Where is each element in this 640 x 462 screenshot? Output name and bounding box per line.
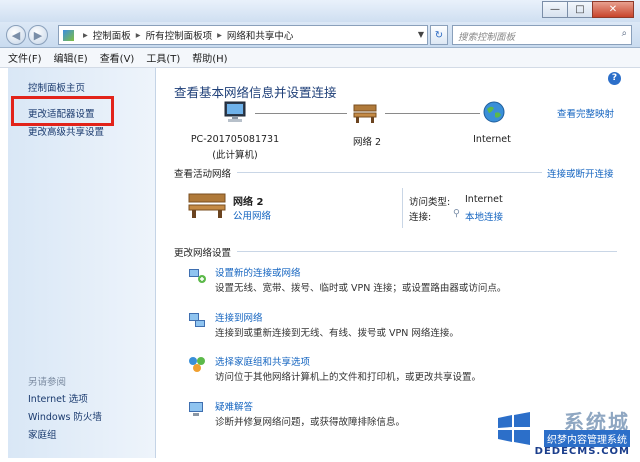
breadcrumb-control-panel[interactable]: 控制面板 (93, 28, 131, 42)
computer-subtitle: (此计算机) (212, 150, 258, 161)
active-network-bench-icon (188, 193, 226, 218)
search-icon[interactable]: ⌕ (622, 28, 627, 39)
connect-network-icon (189, 313, 205, 327)
network-setup-icon (189, 269, 206, 283)
setup-connection-link[interactable]: 设置新的连接或网络 (215, 265, 301, 279)
watermark-site: DEDECMS.COM (534, 446, 630, 457)
see-also-internet-options[interactable]: Internet 选项 (28, 391, 88, 405)
troubleshoot-desc: 诊断并修复网络问题，或获得故障排除信息。 (215, 417, 406, 428)
menu-view[interactable]: 查看(V) (100, 50, 135, 65)
sidebar-change-sharing-link[interactable]: 更改高级共享设置 (28, 124, 104, 138)
network-name: 网络 2 (352, 137, 382, 148)
window-controls: — □ ✕ (542, 1, 634, 18)
page-title: 查看基本网络信息并设置连接 (174, 85, 337, 100)
menu-file[interactable]: 文件(F) (8, 50, 42, 65)
breadcrumb-separator: ▸ (217, 29, 222, 41)
menu-help[interactable]: 帮助(H) (192, 50, 227, 65)
access-type-value: Internet (465, 194, 503, 205)
watermark: 系统城 织梦内容管理系统 DEDECMS.COM (486, 400, 636, 460)
watermark-tagline: 织梦内容管理系统 (544, 430, 630, 447)
search-input[interactable]: 搜索控制面板 ⌕ (452, 25, 632, 45)
help-icon[interactable]: ? (608, 72, 621, 85)
minimize-button[interactable]: — (542, 1, 568, 18)
homegroup-desc: 访问位于其他网络计算机上的文件和打印机，或更改共享设置。 (215, 372, 482, 383)
local-connection-link[interactable]: 本地连接 (465, 209, 503, 223)
search-placeholder: 搜索控制面板 (458, 32, 516, 43)
bench-icon (353, 104, 377, 123)
highlight-box (11, 96, 114, 126)
see-also-firewall[interactable]: Windows 防火墙 (28, 409, 102, 423)
back-button[interactable]: ◀ (6, 25, 26, 45)
see-also-homegroup[interactable]: 家庭组 (28, 427, 57, 441)
control-panel-icon (63, 29, 74, 41)
homegroup-link[interactable]: 选择家庭组和共享选项 (215, 354, 310, 368)
breadcrumb-separator: ▸ (135, 29, 141, 41)
task-homegroup: 选择家庭组和共享选项 访问位于其他网络计算机上的文件和打印机，或更改共享设置。 (187, 354, 617, 384)
task-connect-network: 连接到网络 连接到或重新连接到无线、有线、拨号或 VPN 网络连接。 (187, 310, 617, 340)
see-also-heading: 另请参阅 (28, 377, 67, 388)
ethernet-icon: ⚲ (453, 208, 460, 219)
address-bar[interactable]: ▸ 控制面板 ▸ 所有控制面板项 ▸ 网络和共享中心 ▼ (58, 25, 428, 45)
windows-logo-icon (498, 412, 530, 445)
homegroup-icon (189, 357, 205, 372)
refresh-button[interactable]: ↻ (430, 25, 448, 45)
connect-disconnect-link[interactable]: 连接或断开连接 (547, 166, 614, 180)
troubleshoot-link[interactable]: 疑难解答 (215, 399, 253, 413)
menu-tools[interactable]: 工具(T) (146, 50, 180, 65)
breadcrumb-separator: ▸ (83, 29, 88, 41)
connect-network-desc: 连接到或重新连接到无线、有线、拨号或 VPN 网络连接。 (215, 328, 459, 339)
globe-icon (483, 101, 505, 123)
maximize-button[interactable]: □ (567, 1, 593, 18)
section-divider (237, 172, 542, 173)
change-settings-heading: 更改网络设置 (174, 248, 232, 259)
computer-name: PC-201705081731 (190, 134, 280, 145)
close-button[interactable]: ✕ (592, 1, 634, 18)
connection-label: 连接: (409, 212, 432, 223)
view-full-map-link[interactable]: 查看完整映射 (557, 106, 614, 120)
navigation-bar: ◀ ▶ ▸ 控制面板 ▸ 所有控制面板项 ▸ 网络和共享中心 ▼ ↻ 搜索控制面… (0, 22, 640, 48)
vertical-divider (402, 188, 403, 228)
forward-button[interactable]: ▶ (28, 25, 48, 45)
breadcrumb-all-items[interactable]: 所有控制面板项 (146, 28, 213, 42)
active-networks-heading: 查看活动网络 (174, 169, 232, 180)
connect-network-link[interactable]: 连接到网络 (215, 310, 263, 324)
breadcrumb-network-center[interactable]: 网络和共享中心 (227, 28, 294, 42)
access-type-label: 访问类型: (409, 197, 451, 208)
title-bar: — □ ✕ (0, 0, 640, 22)
address-dropdown-icon[interactable]: ▼ (418, 30, 424, 39)
troubleshoot-icon (189, 402, 203, 416)
map-connector (385, 113, 480, 114)
menu-bar: 文件(F) 编辑(E) 查看(V) 工具(T) 帮助(H) (0, 48, 640, 68)
map-connector (255, 113, 347, 114)
section-divider (237, 251, 617, 252)
menu-edit[interactable]: 编辑(E) (54, 50, 88, 65)
sidebar: 控制面板主页 更改适配器设置 更改高级共享设置 另请参阅 Internet 选项… (8, 68, 156, 458)
internet-label: Internet (473, 134, 511, 145)
setup-connection-desc: 设置无线、宽带、拨号、临时或 VPN 连接；或设置路由器或访问点。 (215, 283, 507, 294)
computer-icon (224, 101, 246, 122)
active-network-type-link[interactable]: 公用网络 (233, 208, 271, 222)
sidebar-home-link[interactable]: 控制面板主页 (28, 80, 85, 94)
active-network-name: 网络 2 (233, 197, 264, 208)
task-setup-connection: 设置新的连接或网络 设置无线、宽带、拨号、临时或 VPN 连接；或设置路由器或访… (187, 265, 617, 295)
